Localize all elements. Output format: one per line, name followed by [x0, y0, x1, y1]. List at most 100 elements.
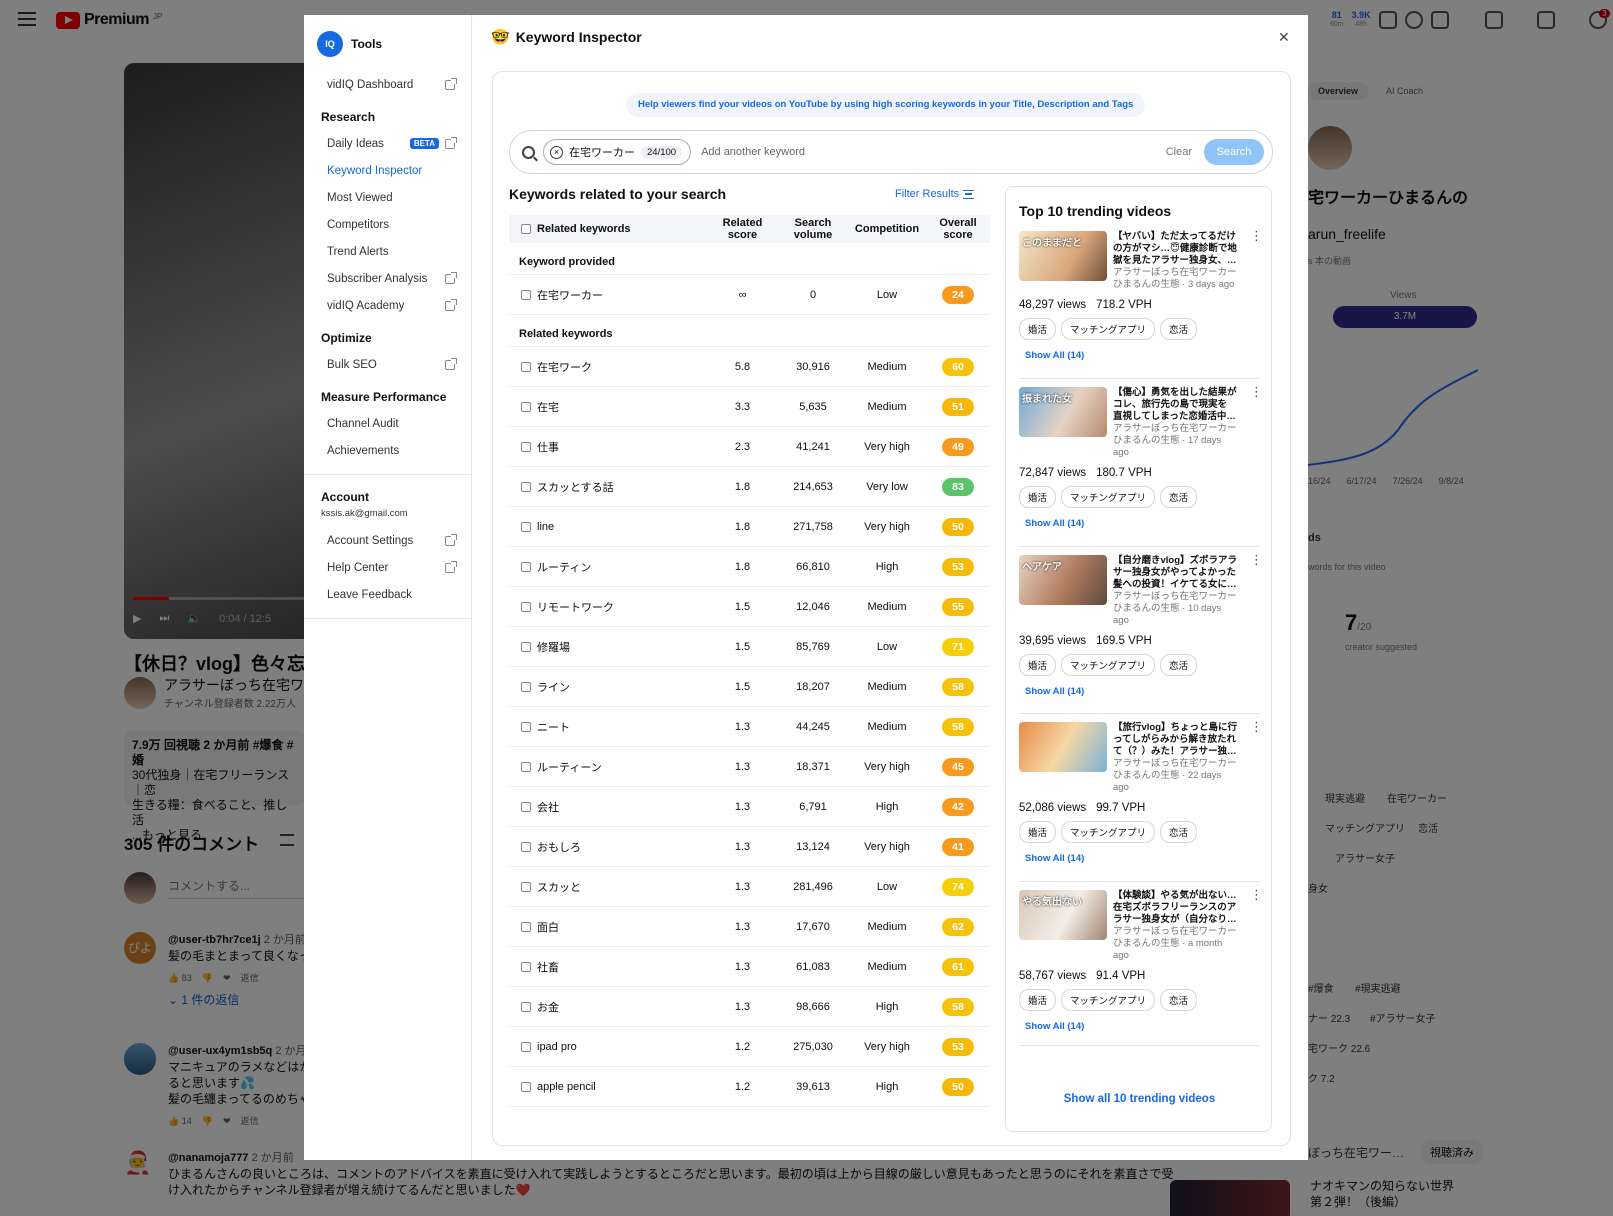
close-button[interactable]: ✕ — [1278, 29, 1591, 46]
video-thumbnail[interactable]: このままだと — [1019, 231, 1107, 281]
video-thumbnail[interactable]: ヘアケア — [1019, 555, 1107, 605]
video-title[interactable]: 【ヤバい】ただ太ってるだけ の方がマシ…😇健康診断で地 獄を見たアラサー独身女、… — [1113, 231, 1244, 267]
row-checkbox[interactable] — [521, 801, 531, 812]
keyword-text[interactable]: ニート — [537, 719, 570, 735]
more-options-icon[interactable]: ⋮ — [1250, 720, 1263, 794]
keyword-text[interactable]: 在宅ワーク — [537, 359, 592, 375]
video-thumbnail[interactable]: 振まれた女 — [1019, 387, 1107, 437]
sidebar-item-competitors[interactable]: Competitors — [317, 211, 471, 238]
row-checkbox[interactable] — [521, 1081, 531, 1092]
tag-chip[interactable]: 婚活 — [1019, 486, 1057, 508]
row-checkbox[interactable] — [521, 481, 531, 492]
show-all-tags-button[interactable]: Show All (14) — [1025, 350, 1260, 361]
tag-chip[interactable]: 婚活 — [1019, 821, 1057, 843]
keyword-text[interactable]: ライン — [537, 679, 570, 695]
keyword-text[interactable]: 在宅 — [537, 399, 559, 415]
keyword-text[interactable]: ルーティン — [537, 559, 591, 575]
tag-chip[interactable]: 恋活 — [1160, 654, 1198, 676]
search-button[interactable]: Search — [1204, 139, 1264, 165]
show-all-tags-button[interactable]: Show All (14) — [1025, 518, 1260, 529]
tag-chip[interactable]: 恋活 — [1160, 318, 1198, 340]
video-title[interactable]: 【傷心】勇気を出した結果が コレ、旅行先の島で現実を 直視してしまった恋婚活中… — [1113, 387, 1244, 423]
tag-chip[interactable]: 婚活 — [1019, 318, 1057, 340]
sidebar-item-subscriber-analysis[interactable]: Subscriber Analysis — [317, 265, 471, 292]
row-checkbox[interactable] — [521, 841, 531, 852]
keyword-text[interactable]: line — [537, 521, 554, 533]
keyword-text[interactable]: リモートワーク — [537, 599, 614, 615]
show-all-trending-button[interactable]: Show all 10 trending videos — [1006, 1093, 1273, 1105]
header-competition[interactable]: Competition — [848, 223, 926, 235]
sidebar-item-dashboard[interactable]: vidIQ Dashboard — [317, 71, 471, 98]
row-checkbox[interactable] — [521, 881, 531, 892]
filter-results-button[interactable]: Filter Results — [895, 188, 975, 200]
tag-chip[interactable]: 恋活 — [1160, 486, 1198, 508]
row-checkbox[interactable] — [521, 441, 531, 452]
row-checkbox[interactable] — [521, 561, 531, 572]
tag-chip[interactable]: 婚活 — [1019, 654, 1057, 676]
tag-chip[interactable]: 恋活 — [1160, 821, 1198, 843]
video-title[interactable]: 【旅行vlog】ちょっと島に行 ってしがらみから解き放たれ て（？）みた！アラサー独… — [1113, 722, 1244, 758]
row-checkbox[interactable] — [521, 1001, 531, 1012]
row-checkbox[interactable] — [521, 641, 531, 652]
tag-chip[interactable]: マッチングアプリ — [1061, 654, 1156, 676]
keyword-text[interactable]: おもしろ — [537, 839, 581, 855]
tag-chip[interactable]: マッチングアプリ — [1061, 318, 1156, 340]
header-related-score[interactable]: Related score — [707, 217, 778, 241]
row-checkbox[interactable] — [521, 921, 531, 932]
more-options-icon[interactable]: ⋮ — [1250, 888, 1263, 962]
show-all-tags-button[interactable]: Show All (14) — [1025, 853, 1260, 864]
keyword-text[interactable]: 面白 — [537, 919, 559, 935]
keyword-text[interactable]: スカッと — [537, 879, 581, 895]
tag-chip[interactable]: 婚活 — [1019, 989, 1057, 1011]
keyword-text[interactable]: ipad pro — [537, 1041, 577, 1053]
keyword-text[interactable]: 仕事 — [537, 439, 559, 455]
sidebar-item-daily-ideas[interactable]: Daily Ideas BETA — [317, 130, 471, 157]
sidebar-item-trend-alerts[interactable]: Trend Alerts — [317, 238, 471, 265]
more-options-icon[interactable]: ⋮ — [1250, 553, 1263, 627]
tag-chip[interactable]: マッチングアプリ — [1061, 821, 1156, 843]
sidebar-item-keyword-inspector[interactable]: Keyword Inspector — [317, 157, 471, 184]
sidebar-item-bulk-seo[interactable]: Bulk SEO — [317, 351, 471, 378]
keyword-text[interactable]: スカッとする話 — [537, 479, 614, 495]
sidebar-item-account-settings[interactable]: Account Settings — [317, 527, 471, 554]
tag-chip[interactable]: マッチングアプリ — [1061, 486, 1156, 508]
sidebar-item-help-center[interactable]: Help Center — [317, 554, 471, 581]
row-checkbox[interactable] — [521, 681, 531, 692]
row-checkbox[interactable] — [521, 761, 531, 772]
row-checkbox[interactable] — [521, 961, 531, 972]
row-checkbox[interactable] — [521, 1041, 531, 1052]
keyword-text[interactable]: 会社 — [537, 799, 559, 815]
remove-keyword-icon[interactable]: × — [550, 145, 563, 159]
more-options-icon[interactable]: ⋮ — [1250, 229, 1263, 291]
more-options-icon[interactable]: ⋮ — [1250, 385, 1263, 459]
sidebar-item-channel-audit[interactable]: Channel Audit — [317, 410, 471, 437]
row-checkbox[interactable] — [521, 721, 531, 732]
select-all-checkbox[interactable] — [521, 224, 531, 234]
sidebar-item-most-viewed[interactable]: Most Viewed — [317, 184, 471, 211]
clear-button[interactable]: Clear — [1166, 146, 1192, 158]
video-thumbnail[interactable] — [1019, 722, 1107, 772]
add-keyword-input[interactable] — [701, 146, 1166, 158]
show-all-tags-button[interactable]: Show All (14) — [1025, 686, 1260, 697]
video-title[interactable]: 【自分磨きvlog】ズボラアラ サー独身女がやってよかった 髪への投資！イケてる女に… — [1113, 555, 1244, 591]
keyword-text[interactable]: お金 — [537, 999, 559, 1015]
header-overall-score[interactable]: Overall score — [926, 217, 990, 241]
row-checkbox[interactable] — [521, 601, 531, 612]
tag-chip[interactable]: 恋活 — [1160, 989, 1198, 1011]
show-all-tags-button[interactable]: Show All (14) — [1025, 1021, 1260, 1032]
row-checkbox[interactable] — [521, 361, 531, 372]
row-checkbox[interactable] — [521, 289, 531, 300]
row-checkbox[interactable] — [521, 521, 531, 532]
sidebar-item-vidiq-academy[interactable]: vidIQ Academy — [317, 292, 471, 319]
keyword-text[interactable]: 社畜 — [537, 959, 559, 975]
sidebar-item-leave-feedback[interactable]: Leave Feedback — [317, 581, 471, 608]
video-thumbnail[interactable]: やる気出ない — [1019, 890, 1107, 940]
keyword-text[interactable]: 修羅場 — [537, 639, 570, 655]
header-search-volume[interactable]: Search volume — [778, 217, 848, 241]
keyword-text[interactable]: ルーティーン — [537, 759, 602, 775]
row-checkbox[interactable] — [521, 401, 531, 412]
keyword-text[interactable]: apple pencil — [537, 1081, 596, 1093]
tag-chip[interactable]: マッチングアプリ — [1061, 989, 1156, 1011]
video-title[interactable]: 【体験談】やる気が出ない… 在宅ズボラフリーランスのア ラサー独身女が（自分なり… — [1113, 890, 1244, 926]
sidebar-item-achievements[interactable]: Achievements — [317, 437, 471, 464]
